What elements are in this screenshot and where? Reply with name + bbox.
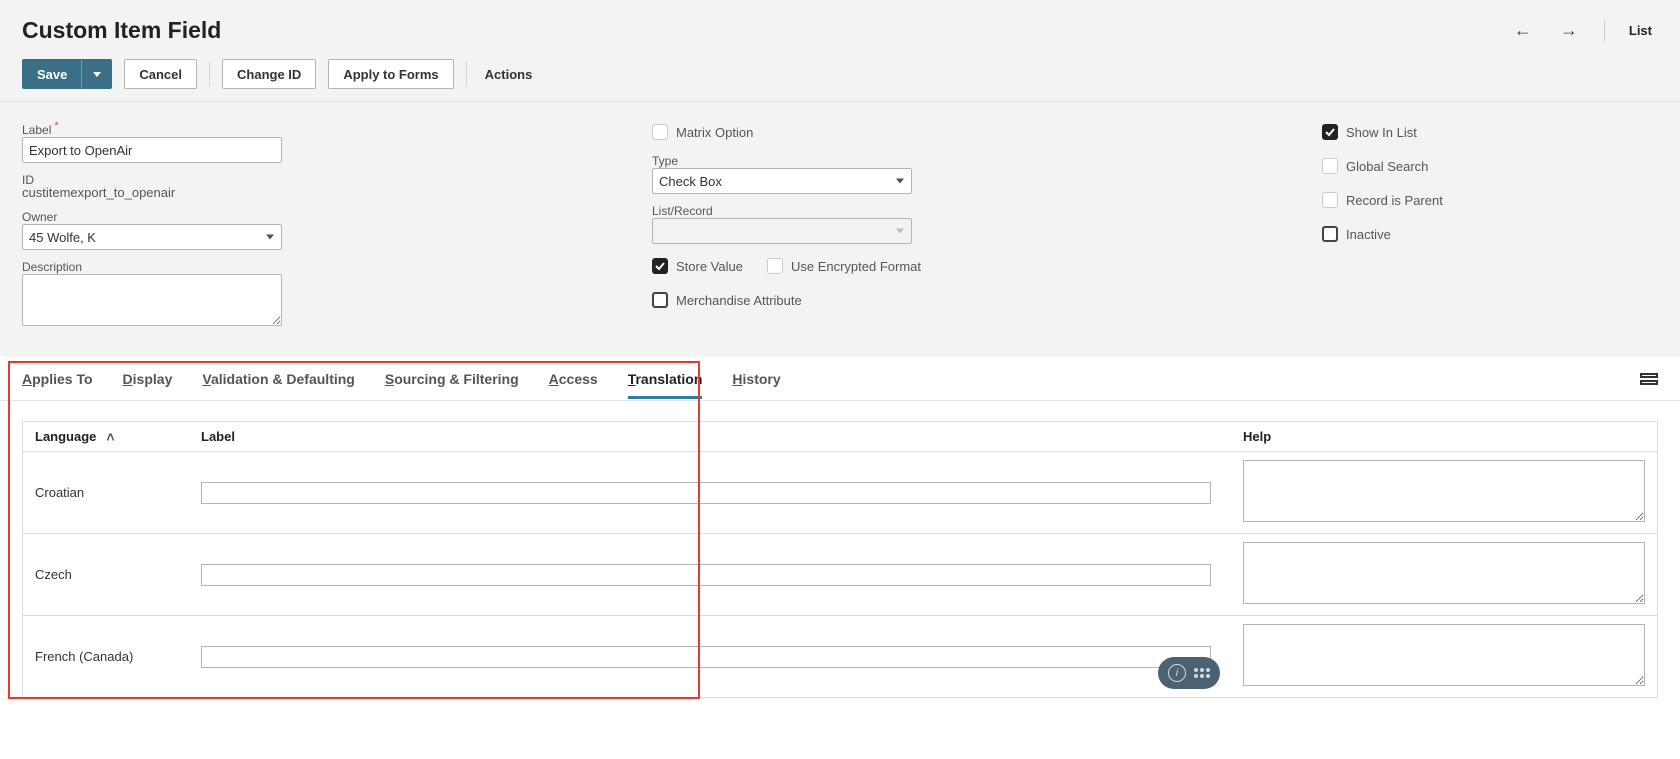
tab-history[interactable]: History bbox=[732, 359, 780, 399]
language-cell: French (Canada) bbox=[23, 641, 189, 672]
list-record-field-label: List/Record bbox=[652, 204, 992, 218]
merchandise-attribute-label: Merchandise Attribute bbox=[676, 293, 802, 308]
save-dropdown-button[interactable] bbox=[82, 59, 112, 89]
global-search-label: Global Search bbox=[1346, 159, 1428, 174]
translation-help-textarea[interactable] bbox=[1243, 624, 1645, 686]
column-header-label[interactable]: Label bbox=[189, 429, 1231, 444]
translation-label-input[interactable] bbox=[201, 646, 1211, 668]
translation-label-input[interactable] bbox=[201, 564, 1211, 586]
merchandise-attribute-checkbox[interactable] bbox=[652, 292, 668, 308]
tab-display[interactable]: Display bbox=[123, 359, 173, 399]
tab-sourcing-filtering[interactable]: Sourcing & Filtering bbox=[385, 359, 519, 399]
translation-help-textarea[interactable] bbox=[1243, 460, 1645, 522]
language-cell: Croatian bbox=[23, 477, 189, 508]
page-title: Custom Item Field bbox=[22, 17, 221, 44]
description-textarea[interactable] bbox=[22, 274, 282, 326]
apps-icon bbox=[1194, 668, 1210, 678]
translation-help-textarea[interactable] bbox=[1243, 542, 1645, 604]
list-link[interactable]: List bbox=[1623, 19, 1658, 42]
tab-validation-defaulting[interactable]: Validation & Defaulting bbox=[202, 359, 354, 399]
chevron-down-icon bbox=[93, 72, 101, 77]
inactive-label: Inactive bbox=[1346, 227, 1391, 242]
tab-access[interactable]: Access bbox=[549, 359, 598, 399]
sort-asc-icon: ˄ bbox=[106, 429, 114, 445]
chevron-down-icon bbox=[896, 229, 904, 234]
info-icon: i bbox=[1168, 664, 1186, 682]
label-field-label: Label * bbox=[22, 120, 322, 137]
chevron-down-icon bbox=[896, 179, 904, 184]
owner-select[interactable]: 45 Wolfe, K bbox=[22, 224, 282, 250]
save-split-button[interactable]: Save bbox=[22, 59, 112, 89]
column-header-language[interactable]: Language ˄ bbox=[23, 429, 189, 445]
table-row: Czech bbox=[23, 534, 1657, 616]
cancel-button[interactable]: Cancel bbox=[124, 59, 197, 89]
column-header-help[interactable]: Help bbox=[1231, 429, 1657, 444]
show-in-list-checkbox[interactable] bbox=[1322, 124, 1338, 140]
use-encrypted-checkbox[interactable] bbox=[767, 258, 783, 274]
description-field-label: Description bbox=[22, 260, 322, 274]
record-is-parent-label: Record is Parent bbox=[1346, 193, 1443, 208]
store-value-checkbox[interactable] bbox=[652, 258, 668, 274]
apply-to-forms-button[interactable]: Apply to Forms bbox=[328, 59, 453, 89]
nav-back-icon[interactable]: ← bbox=[1506, 16, 1540, 45]
list-record-select[interactable] bbox=[652, 218, 912, 244]
table-row: French (Canada) bbox=[23, 616, 1657, 697]
use-encrypted-label: Use Encrypted Format bbox=[791, 259, 921, 274]
view-toggle-icon[interactable] bbox=[1640, 373, 1658, 385]
id-value: custitemexport_to_openair bbox=[22, 185, 322, 200]
nav-forward-icon[interactable]: → bbox=[1552, 16, 1586, 45]
change-id-button[interactable]: Change ID bbox=[222, 59, 316, 89]
language-cell: Czech bbox=[23, 559, 189, 590]
matrix-option-checkbox[interactable] bbox=[652, 124, 668, 140]
translation-table: Language ˄ Label Help Croatian Czech Fre… bbox=[22, 421, 1658, 698]
type-select[interactable]: Check Box bbox=[652, 168, 912, 194]
separator bbox=[1604, 20, 1605, 42]
separator bbox=[466, 61, 467, 87]
tab-applies-to[interactable]: Applies To bbox=[22, 359, 93, 399]
help-widget[interactable]: i bbox=[1158, 657, 1220, 689]
show-in-list-label: Show In List bbox=[1346, 125, 1417, 140]
chevron-down-icon bbox=[266, 235, 274, 240]
owner-field-label: Owner bbox=[22, 210, 322, 224]
save-button[interactable]: Save bbox=[22, 59, 82, 89]
global-search-checkbox[interactable] bbox=[1322, 158, 1338, 174]
table-row: Croatian bbox=[23, 452, 1657, 534]
label-input[interactable] bbox=[22, 137, 282, 163]
actions-menu[interactable]: Actions bbox=[479, 67, 539, 82]
store-value-label: Store Value bbox=[676, 259, 743, 274]
tab-translation[interactable]: Translation bbox=[628, 359, 703, 399]
type-field-label: Type bbox=[652, 154, 992, 168]
record-is-parent-checkbox[interactable] bbox=[1322, 192, 1338, 208]
matrix-option-label: Matrix Option bbox=[676, 125, 753, 140]
translation-label-input[interactable] bbox=[201, 482, 1211, 504]
separator bbox=[209, 61, 210, 87]
inactive-checkbox[interactable] bbox=[1322, 226, 1338, 242]
